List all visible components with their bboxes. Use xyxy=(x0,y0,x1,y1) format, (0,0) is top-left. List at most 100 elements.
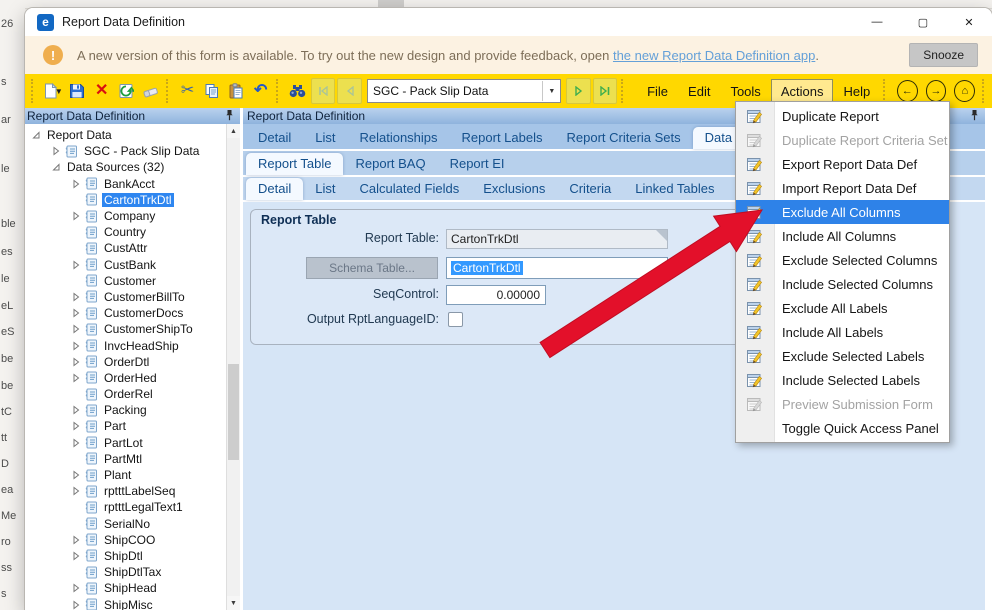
save-button[interactable] xyxy=(65,78,89,104)
search-button[interactable] xyxy=(286,78,310,104)
expand-icon[interactable] xyxy=(71,179,81,189)
pin-icon[interactable] xyxy=(969,109,980,124)
menu-item-duplicate-report[interactable]: Duplicate Report xyxy=(736,104,949,128)
expand-icon[interactable] xyxy=(71,470,81,480)
menu-item-include-all-columns[interactable]: Include All Columns xyxy=(736,224,949,248)
undo-button[interactable]: ↶ xyxy=(249,78,273,104)
minimize-button[interactable]: — xyxy=(854,8,900,36)
tree-item-orderhed[interactable]: OrderHed xyxy=(25,370,227,386)
record-first-button[interactable] xyxy=(310,78,336,104)
expand-icon[interactable] xyxy=(71,341,81,351)
tree-item-shipmisc[interactable]: ShipMisc xyxy=(25,596,227,610)
expand-icon[interactable] xyxy=(71,324,81,334)
menu-item-exclude-selected-labels[interactable]: Exclude Selected Labels xyxy=(736,344,949,368)
forward-button[interactable]: → xyxy=(925,80,947,102)
tab-detail[interactable]: Detail xyxy=(246,178,304,200)
menubar-edit[interactable]: Edit xyxy=(678,79,720,104)
tree-item-orderrel[interactable]: OrderRel xyxy=(25,386,227,402)
clear-button[interactable] xyxy=(138,78,162,104)
tree-item-serialno[interactable]: SerialNo xyxy=(25,516,227,532)
tab-linked-tables[interactable]: Linked Tables xyxy=(623,178,726,200)
combo-dropdown-icon[interactable]: ▼ xyxy=(542,81,560,101)
tree-item-orderdtl[interactable]: OrderDtl xyxy=(25,354,227,370)
expand-icon[interactable] xyxy=(71,292,81,302)
home-button[interactable]: ⌂ xyxy=(954,80,976,102)
tree-item-custbank[interactable]: CustBank xyxy=(25,257,227,273)
tree-item-packing[interactable]: Packing xyxy=(25,402,227,418)
expand-icon[interactable] xyxy=(71,373,81,383)
output-rptlanguageid-checkbox[interactable] xyxy=(448,312,463,327)
menu-item-include-selected-labels[interactable]: Include Selected Labels xyxy=(736,368,949,392)
report-table-field[interactable]: CartonTrkDtl xyxy=(446,229,668,249)
menubar-help[interactable]: Help xyxy=(833,79,880,104)
menu-item-exclude-selected-columns[interactable]: Exclude Selected Columns xyxy=(736,248,949,272)
close-button[interactable]: ✕ xyxy=(946,8,992,36)
expand-icon[interactable] xyxy=(51,146,61,156)
pin-icon[interactable] xyxy=(224,109,235,124)
expand-icon[interactable] xyxy=(71,211,81,221)
scroll-down-icon[interactable]: ▼ xyxy=(227,596,240,610)
menubar-actions[interactable]: Actions xyxy=(770,78,834,104)
snooze-button[interactable]: Snooze xyxy=(909,43,978,67)
tab-report-ei[interactable]: Report EI xyxy=(438,153,517,175)
tab-report-baq[interactable]: Report BAQ xyxy=(343,153,437,175)
tree-item-invcheadship[interactable]: InvcHeadShip xyxy=(25,337,227,353)
tree-item-shiphead[interactable]: ShipHead xyxy=(25,580,227,596)
tree-item-customerbillto[interactable]: CustomerBillTo xyxy=(25,289,227,305)
back-button[interactable]: ← xyxy=(896,80,918,102)
new-button[interactable]: ▼ xyxy=(41,78,65,104)
expand-icon[interactable] xyxy=(71,405,81,415)
tab-relationships[interactable]: Relationships xyxy=(347,127,449,149)
toolbar-grip[interactable] xyxy=(982,79,989,103)
tree-item-cartontrkdtl[interactable]: CartonTrkDtl xyxy=(25,192,227,208)
cut-button[interactable]: ✂ xyxy=(175,78,199,104)
expand-icon[interactable] xyxy=(71,260,81,270)
menu-item-exclude-all-labels[interactable]: Exclude All Labels xyxy=(736,296,949,320)
expand-icon[interactable] xyxy=(71,535,81,545)
tree-scrollbar[interactable]: ▲ ▼ xyxy=(226,124,240,610)
menubar-file[interactable]: File xyxy=(637,79,678,104)
tree-item-report data[interactable]: Report Data xyxy=(25,127,227,143)
expand-icon[interactable] xyxy=(71,551,81,561)
scrollbar-thumb[interactable] xyxy=(228,364,239,460)
tree-item-rptttlegaltext1[interactable]: rptttLegalText1 xyxy=(25,499,227,515)
expand-icon[interactable] xyxy=(71,600,81,610)
expand-icon[interactable] xyxy=(71,421,81,431)
expand-icon[interactable] xyxy=(71,438,81,448)
menu-item-import-report-data-def[interactable]: Import Report Data Def xyxy=(736,176,949,200)
tab-detail[interactable]: Detail xyxy=(246,127,303,149)
record-next-button[interactable] xyxy=(566,78,591,104)
tree-item-data sources (32)[interactable]: Data Sources (32) xyxy=(25,159,227,175)
toolbar-grip[interactable] xyxy=(883,79,890,103)
maximize-button[interactable]: ▢ xyxy=(900,8,946,36)
record-last-button[interactable] xyxy=(592,78,618,104)
menu-item-toggle-quick-access-panel[interactable]: Toggle Quick Access Panel xyxy=(736,416,949,440)
tree-item-shipdtl[interactable]: ShipDtl xyxy=(25,548,227,564)
menubar-tools[interactable]: Tools xyxy=(720,79,770,104)
tree-item-customerdocs[interactable]: CustomerDocs xyxy=(25,305,227,321)
tab-list[interactable]: List xyxy=(303,127,347,149)
tree-item-part[interactable]: Part xyxy=(25,418,227,434)
tree-item-shipcoo[interactable]: ShipCOO xyxy=(25,532,227,548)
record-previous-button[interactable] xyxy=(337,78,362,104)
toolbar-grip[interactable] xyxy=(31,79,38,103)
tree-item-shipdtltax[interactable]: ShipDtlTax xyxy=(25,564,227,580)
new-app-link[interactable]: the new Report Data Definition app xyxy=(613,48,815,63)
tree-item-custattr[interactable]: CustAttr xyxy=(25,240,227,256)
expand-icon[interactable] xyxy=(71,583,81,593)
toolbar-grip[interactable] xyxy=(275,79,283,103)
menu-item-include-all-labels[interactable]: Include All Labels xyxy=(736,320,949,344)
report-selector-combo[interactable]: SGC - Pack Slip Data ▼ xyxy=(367,79,562,103)
collapse-icon[interactable] xyxy=(31,130,41,140)
tab-report-labels[interactable]: Report Labels xyxy=(450,127,555,149)
tree-item-plant[interactable]: Plant xyxy=(25,467,227,483)
menu-item-exclude-all-columns[interactable]: Exclude All Columns xyxy=(736,200,949,224)
tab-report-criteria-sets[interactable]: Report Criteria Sets xyxy=(554,127,692,149)
tree-item-company[interactable]: Company xyxy=(25,208,227,224)
tree-item-rptttlabelseq[interactable]: rptttLabelSeq xyxy=(25,483,227,499)
refresh-button[interactable] xyxy=(114,78,138,104)
tree-item-customer[interactable]: Customer xyxy=(25,273,227,289)
expand-icon[interactable] xyxy=(71,486,81,496)
tree-item-country[interactable]: Country xyxy=(25,224,227,240)
collapse-icon[interactable] xyxy=(51,162,61,172)
